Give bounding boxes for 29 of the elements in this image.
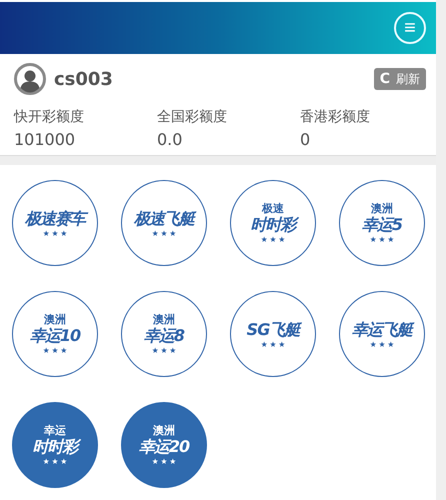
game-logo-button[interactable]: 澳洲 幸运5: [339, 180, 425, 266]
stars-icon: [370, 236, 394, 244]
balance-label: 快开彩额度: [14, 108, 85, 126]
username: cs003: [54, 68, 114, 90]
game-logo-button[interactable]: 澳洲 幸运20: [121, 402, 207, 488]
game-logo-button[interactable]: 幸运 时时彩: [12, 402, 98, 488]
balance-value: 0: [300, 130, 312, 149]
stars-icon: [43, 230, 67, 238]
stars-icon: [152, 230, 176, 238]
game-logo-button[interactable]: 幸运飞艇: [339, 291, 425, 377]
balance-value: 101000: [14, 130, 76, 149]
stars-icon: [152, 458, 176, 466]
game-logo-button[interactable]: 澳洲 幸运10: [12, 291, 98, 377]
stars-icon: [370, 341, 394, 348]
balance-value: 0.0: [157, 130, 184, 149]
refresh-button[interactable]: C 刷新: [374, 68, 426, 90]
game-logo-button[interactable]: SG飞艇: [230, 291, 316, 377]
stars-icon: [43, 347, 67, 354]
game-logo-button[interactable]: 极速赛车: [12, 180, 98, 266]
avatar-icon: [14, 63, 46, 95]
stars-icon: [261, 341, 285, 348]
balance-label: 香港彩额度: [300, 108, 371, 126]
game-logo-button[interactable]: 极速飞艇: [121, 180, 207, 266]
game-logo-button[interactable]: 极速 时时彩: [230, 180, 316, 266]
stars-icon: [261, 236, 285, 244]
stars-icon: [152, 347, 176, 354]
balance-label: 全国彩额度: [157, 108, 228, 126]
game-logo-button[interactable]: 澳洲 幸运8: [121, 291, 207, 377]
stars-icon: [43, 458, 67, 466]
